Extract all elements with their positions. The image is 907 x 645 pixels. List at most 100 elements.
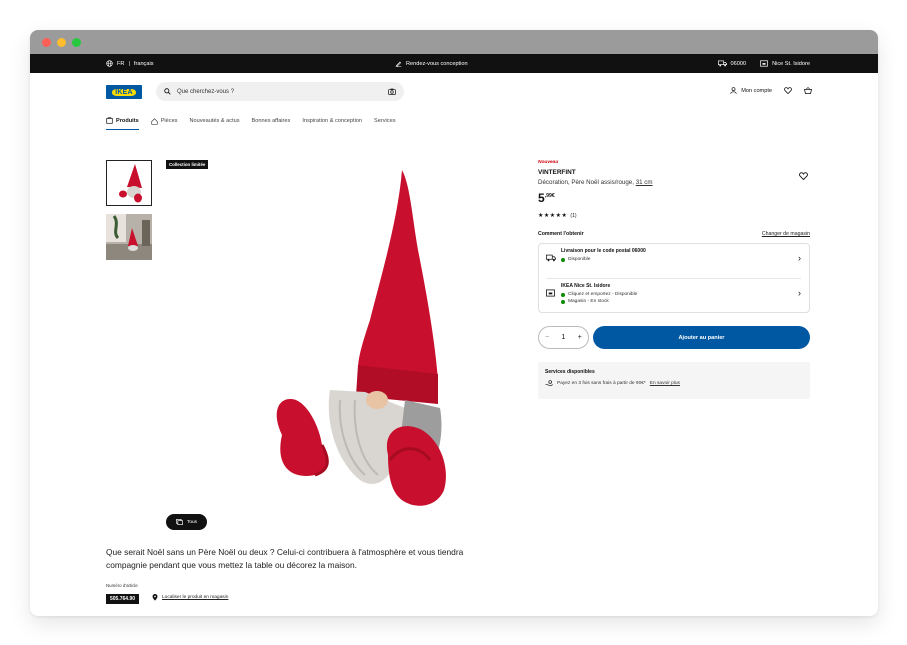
language-separator: | xyxy=(128,60,130,67)
language-code: FR xyxy=(117,60,125,67)
main-navigation: Produits Pièces Nouveautés & actus Bonne… xyxy=(106,117,396,130)
payment-service-text: Payez en 3 fois sans frais à partir de 9… xyxy=(557,381,646,386)
product-price: 5 ,99€ xyxy=(538,192,810,204)
store-icon xyxy=(546,289,555,297)
store-icon xyxy=(760,60,768,67)
services-heading: Services disponibles xyxy=(545,369,595,375)
view-all-label: Tous xyxy=(186,519,198,525)
search-placeholder: Que cherchez-vous ? xyxy=(177,88,235,95)
product-name: VINTERFINT xyxy=(538,169,576,176)
nav-label: Bonnes affaires xyxy=(251,118,291,124)
language-name: français xyxy=(133,60,154,67)
location-pin-icon xyxy=(152,594,158,601)
favorite-heart-icon[interactable] xyxy=(799,172,808,180)
close-window-button[interactable] xyxy=(42,38,51,47)
room-thumbnail-image xyxy=(106,214,152,260)
design-appointment-link[interactable]: Rendez-vous conception xyxy=(395,60,468,67)
price-decimal: ,99€ xyxy=(544,193,555,199)
store-label: Nice St. Isidore xyxy=(772,60,810,67)
obtain-header: Comment l'obtenir Changer de magasin xyxy=(538,231,810,237)
locate-label: Localiser le produit en magasin xyxy=(162,595,229,600)
ikea-logo[interactable]: IKEA xyxy=(106,85,142,99)
gnome-thumbnail-image xyxy=(107,161,151,205)
product-info-panel: Nouveau VINTERFINT Décoration, Père Noël… xyxy=(538,160,810,399)
product-type: Décoration, Père Noël assis/rouge, xyxy=(538,179,634,186)
house-icon xyxy=(151,117,158,125)
available-dot xyxy=(561,299,565,304)
nav-item-bonnes-affaires[interactable]: Bonnes affaires xyxy=(252,117,291,130)
available-services: Services disponibles Payez en 3 fois san… xyxy=(538,362,810,399)
gallery-icon xyxy=(176,519,183,525)
increase-quantity-button[interactable]: + xyxy=(578,334,582,341)
article-number-label: Numéro d'article xyxy=(106,583,138,588)
delivery-option[interactable]: Livraison pour le code postal 06000 Disp… xyxy=(546,248,801,278)
nav-item-inspiration[interactable]: Inspiration & conception xyxy=(302,117,362,130)
product-subtitle: Décoration, Père Noël assis/rouge, 31 cm xyxy=(538,179,810,186)
camera-icon[interactable] xyxy=(388,88,396,95)
shopping-bag-icon[interactable] xyxy=(804,87,812,94)
heart-icon[interactable] xyxy=(784,87,792,94)
account-label: Mon compte xyxy=(741,87,772,94)
nav-item-pieces[interactable]: Pièces xyxy=(151,117,178,130)
postal-code-selector[interactable]: 06000 xyxy=(717,60,747,67)
nav-label: Pièces xyxy=(160,118,178,124)
nav-label: Produits xyxy=(116,117,139,124)
hand-coin-icon xyxy=(545,380,553,386)
change-store-link[interactable]: Changer de magasin xyxy=(762,231,810,237)
search-icon xyxy=(164,88,171,95)
rating-stars: ★★★★★ xyxy=(538,213,568,219)
nav-label: Nouveautés & actus xyxy=(189,118,240,124)
decrease-quantity-button[interactable]: − xyxy=(545,334,549,341)
store-selector[interactable]: Nice St. Isidore xyxy=(760,60,810,67)
truck-icon xyxy=(717,60,727,67)
pencil-icon xyxy=(395,61,402,67)
minimize-window-button[interactable] xyxy=(57,38,66,47)
store-stock-status: Magasin - En stock xyxy=(568,299,609,304)
locate-in-store-link[interactable]: Localiser le produit en magasin xyxy=(152,594,228,601)
window-titlebar xyxy=(30,30,878,54)
article-number: 505.764.90 xyxy=(106,594,140,604)
product-description: Que serait Noël sans un Père Noël ou deu… xyxy=(106,547,464,570)
quantity-value: 1 xyxy=(561,334,566,341)
product-rating[interactable]: ★★★★★ (1) xyxy=(538,212,810,220)
chevron-right-icon: › xyxy=(798,253,801,263)
postal-code-label: 06000 xyxy=(730,60,747,67)
learn-more-link[interactable]: En savoir plus xyxy=(650,381,680,386)
maximize-window-button[interactable] xyxy=(72,38,81,47)
account-link[interactable]: Mon compte xyxy=(730,87,772,94)
store-title: IKEA Nice St. Isidore xyxy=(561,283,611,289)
user-icon xyxy=(730,87,737,94)
nav-item-services[interactable]: Services xyxy=(374,117,395,130)
site-header: IKEA Que cherchez-vous ? Mon compte Prod… xyxy=(30,73,878,135)
review-count: (1) xyxy=(570,212,577,219)
search-input[interactable]: Que cherchez-vous ? xyxy=(156,82,404,101)
product-thumbnail-1[interactable] xyxy=(106,160,152,206)
nav-item-nouveautes[interactable]: Nouveautés & actus xyxy=(189,117,239,130)
obtain-heading: Comment l'obtenir xyxy=(538,231,584,237)
language-selector[interactable]: FR | français xyxy=(106,60,154,67)
product-size-link[interactable]: 31 cm xyxy=(636,179,653,186)
browser-window: FR | français Rendez-vous conception 060… xyxy=(30,30,878,616)
nav-item-produits[interactable]: Produits xyxy=(106,117,139,130)
view-all-images-button[interactable]: Tous xyxy=(166,514,207,530)
globe-icon xyxy=(106,60,113,67)
nav-label: Services xyxy=(374,118,396,124)
nav-label: Inspiration & conception xyxy=(302,118,363,124)
logo-text: IKEA xyxy=(112,88,136,96)
availability-box: Livraison pour le code postal 06000 Disp… xyxy=(538,243,810,313)
new-badge: Nouveau xyxy=(538,160,559,165)
product-thumbnail-2[interactable] xyxy=(106,214,152,260)
products-icon xyxy=(106,117,113,124)
chevron-right-icon: › xyxy=(798,288,801,298)
available-dot xyxy=(561,292,565,297)
store-option[interactable]: IKEA Nice St. Isidore Cliquez et emporte… xyxy=(546,278,801,310)
quantity-stepper[interactable]: − 1 + xyxy=(538,326,589,349)
add-to-cart-button[interactable]: Ajouter au panier xyxy=(593,326,810,349)
price-integer: 5 xyxy=(538,191,545,205)
product-main-image[interactable] xyxy=(230,160,450,510)
click-collect-status: Cliquez et emportez - Disponible xyxy=(568,292,638,297)
truck-icon xyxy=(546,254,556,262)
top-utility-bar: FR | français Rendez-vous conception 060… xyxy=(30,54,878,73)
payment-service-row: Payez en 3 fois sans frais à partir de 9… xyxy=(545,380,803,387)
add-to-cart-row: − 1 + Ajouter au panier xyxy=(538,326,810,349)
